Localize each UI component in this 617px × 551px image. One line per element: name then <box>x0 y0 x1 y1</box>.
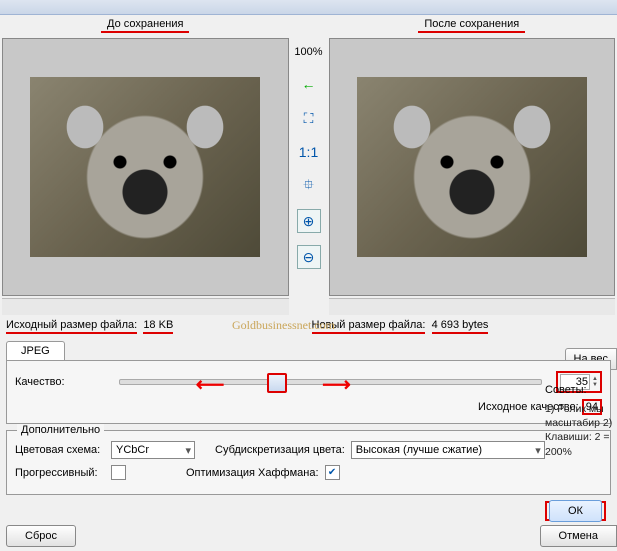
after-image-area[interactable] <box>329 38 616 296</box>
fit-image-icon[interactable]: ⯐ <box>298 175 320 197</box>
before-header: До сохранения <box>0 15 291 36</box>
watermark: Goldbusinessnet.com <box>232 318 335 333</box>
quality-slider[interactable]: ⟵ ⟶ <box>119 379 542 385</box>
fit-window-icon[interactable]: ⛶ <box>298 107 320 129</box>
format-tabs: JPEG <box>6 341 617 360</box>
tab-jpeg[interactable]: JPEG <box>6 341 65 360</box>
subsampling-label: Субдискретизация цвета: <box>215 444 345 456</box>
new-size-value: 4 693 bytes <box>432 319 489 334</box>
reset-button[interactable]: Сброс <box>6 525 76 547</box>
tips-body: 1) Ролик мы масштабир 2) Клавиши: 2 = 20… <box>545 402 615 459</box>
preview-zone: До сохранения 100% ← ⛶ 1:1 ⯐ ⊕ ⊖ После с… <box>0 15 617 315</box>
before-image-area[interactable] <box>2 38 289 296</box>
after-header: После сохранения <box>327 15 617 36</box>
cancel-button[interactable]: Отмена <box>540 525 617 547</box>
color-scheme-label: Цветовая схема: <box>15 444 105 456</box>
arrow-left-icon[interactable]: ← <box>298 73 320 95</box>
after-panel: После сохранения <box>327 15 617 315</box>
before-scrollbar[interactable] <box>2 298 289 315</box>
zoom-value: 100% <box>294 43 322 61</box>
orig-size-label: Исходный размер файла: <box>6 319 137 334</box>
file-size-row: Исходный размер файла: 18 KB Goldbusines… <box>0 315 617 335</box>
color-scheme-combo[interactable]: YCbCr <box>111 441 195 459</box>
one-to-one-icon[interactable]: 1:1 <box>298 141 320 163</box>
huffman-checkbox[interactable]: ✔ <box>325 465 340 480</box>
arrow-left-annotation: ⟵ <box>196 372 225 397</box>
title-bar[interactable] <box>0 0 617 15</box>
before-image <box>30 77 260 257</box>
ok-button[interactable]: ОК <box>549 500 602 522</box>
tips-panel: Советы: 1) Ролик мы масштабир 2) Клавиши… <box>543 382 617 523</box>
footer: Сброс Отмена <box>0 525 617 547</box>
before-panel: До сохранения <box>0 15 291 315</box>
quality-label: Качество: <box>15 376 105 388</box>
before-label: До сохранения <box>101 18 189 33</box>
tips-title: Советы: <box>545 384 615 396</box>
extra-group-title: Дополнительно <box>17 424 104 436</box>
progressive-checkbox[interactable] <box>111 465 126 480</box>
save-dialog: До сохранения 100% ← ⛶ 1:1 ⯐ ⊕ ⊖ После с… <box>0 0 617 551</box>
orig-size-value: 18 KB <box>143 319 173 334</box>
arrow-right-annotation: ⟶ <box>322 372 351 397</box>
zoom-in-icon[interactable]: ⊕ <box>297 209 321 233</box>
after-scrollbar[interactable] <box>329 298 616 315</box>
extra-group: Дополнительно Цветовая схема: YCbCr Субд… <box>6 430 611 495</box>
quality-group: Качество: ⟵ ⟶ ▲▼ Исходное качество: 94 <box>6 360 611 424</box>
subsampling-combo[interactable]: Высокая (лучше сжатие) <box>351 441 545 459</box>
after-label: После сохранения <box>418 18 525 33</box>
slider-thumb[interactable] <box>267 373 287 393</box>
zoom-out-icon[interactable]: ⊖ <box>297 245 321 269</box>
preview-toolbar: 100% ← ⛶ 1:1 ⯐ ⊕ ⊖ <box>291 15 327 315</box>
after-image <box>357 77 587 257</box>
progressive-label: Прогрессивный: <box>15 467 105 479</box>
huffman-label: Оптимизация Хаффмана: <box>186 467 319 479</box>
